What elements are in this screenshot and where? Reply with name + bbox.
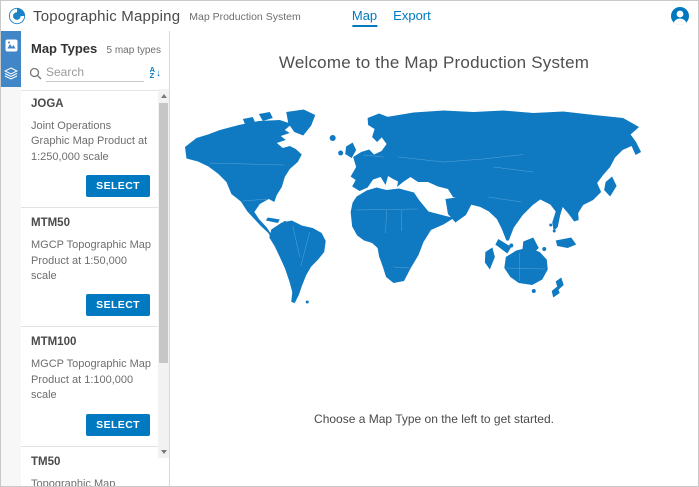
list-item-joga: JOGA Joint Operations Graphic Map Produc…	[21, 89, 158, 208]
list-item-mtm100: MTM100 MGCP Topographic Map Product at 1…	[21, 327, 158, 446]
app-title: Topographic Mapping	[33, 8, 180, 25]
sidebar-scrollbar[interactable]	[158, 89, 169, 458]
select-button-mtm100[interactable]: SELECT	[86, 414, 150, 436]
app-window: Topographic Mapping Map Production Syste…	[0, 0, 699, 487]
instruction-text: Choose a Map Type on the left to get sta…	[170, 412, 698, 426]
main-tabs: Map Export	[352, 1, 431, 31]
welcome-title: Welcome to the Map Production System	[170, 53, 698, 73]
map-type-name: MTM50	[31, 217, 152, 229]
map-type-count: 5 map types	[107, 45, 161, 56]
search-icon	[29, 67, 42, 80]
map-type-name: MTM100	[31, 336, 152, 348]
search-input[interactable]	[46, 64, 144, 82]
map-type-list: JOGA Joint Operations Graphic Map Produc…	[21, 89, 158, 486]
scrollbar-thumb[interactable]	[159, 103, 168, 363]
body-row: Map Types 5 map types A Z ↓	[1, 31, 698, 486]
main-content: Welcome to the Map Production System	[170, 31, 698, 486]
map-type-name: JOGA	[31, 98, 152, 110]
search-row: A Z ↓	[21, 62, 169, 91]
map-type-description: MGCP Topographic Map Product at 1:50,000…	[31, 238, 152, 284]
map-type-name: TM50	[31, 456, 152, 468]
scrollbar-up-icon[interactable]	[158, 89, 169, 102]
map-types-panel: Map Types 5 map types A Z ↓	[21, 31, 170, 486]
tool-rail	[1, 31, 21, 486]
sort-az-icon[interactable]: A Z ↓	[150, 67, 161, 80]
select-button-mtm50[interactable]: SELECT	[86, 294, 150, 316]
layers-icon[interactable]	[1, 59, 21, 87]
user-avatar-icon[interactable]	[670, 6, 690, 26]
panel-title: Map Types	[31, 41, 97, 56]
tab-map[interactable]: Map	[352, 8, 377, 27]
scrollbar-down-icon[interactable]	[158, 445, 169, 458]
map-type-description: Topographic Map Product at 1:50,000 scal…	[31, 477, 152, 486]
panel-header: Map Types 5 map types	[21, 31, 169, 62]
select-button-joga[interactable]: SELECT	[86, 175, 150, 197]
app-subtitle: Map Production System	[189, 11, 300, 23]
map-tool-icon[interactable]	[1, 31, 21, 59]
list-item-mtm50: MTM50 MGCP Topographic Map Product at 1:…	[21, 208, 158, 327]
app-header: Topographic Mapping Map Production Syste…	[1, 1, 698, 31]
list-item-tm50: TM50 Topographic Map Product at 1:50,000…	[21, 447, 158, 486]
world-map	[184, 107, 663, 307]
globe-logo-icon	[8, 7, 26, 25]
tool-rail-active-group	[1, 31, 21, 87]
tab-export[interactable]: Export	[393, 8, 431, 27]
map-type-description: MGCP Topographic Map Product at 1:100,00…	[31, 357, 152, 403]
map-type-description: Joint Operations Graphic Map Product at …	[31, 119, 152, 165]
